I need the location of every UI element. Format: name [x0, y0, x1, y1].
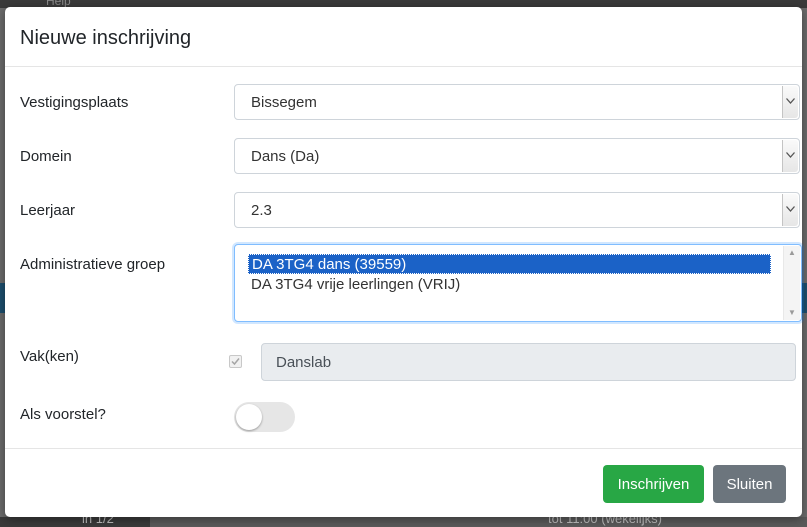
- chevron-down-icon[interactable]: [782, 140, 798, 172]
- vakken-value: Danslab: [276, 354, 332, 371]
- vakken-field: Danslab: [261, 343, 796, 381]
- leerjaar-select[interactable]: 2.3: [234, 192, 800, 228]
- dialog-title: Nieuwe inschrijving: [20, 27, 192, 49]
- new-enrollment-dialog: Nieuwe inschrijving Vestigingsplaats Bis…: [5, 7, 802, 517]
- dialog-footer: Inschrijven Sluiten: [5, 448, 802, 517]
- vestigingsplaats-select[interactable]: Bissegem: [234, 84, 800, 120]
- listbox-option[interactable]: DA 3TG4 vrije leerlingen (VRIJ): [248, 275, 774, 295]
- toggle-knob: [236, 404, 262, 430]
- domein-label: Domein: [20, 148, 72, 165]
- administratieve-groep-listbox[interactable]: DA 3TG4 dans (39559) DA 3TG4 vrije leerl…: [234, 244, 802, 322]
- inschrijven-button[interactable]: Inschrijven: [603, 465, 704, 503]
- domein-select[interactable]: Dans (Da): [234, 138, 800, 174]
- vestigingsplaats-label: Vestigingsplaats: [20, 94, 129, 111]
- listbox-option-selected[interactable]: DA 3TG4 dans (39559): [248, 254, 771, 274]
- chevron-down-icon[interactable]: [782, 86, 798, 118]
- background-bottom: in 1/2 tot 11:00 (wekelijks): [0, 511, 807, 527]
- vestigingsplaats-value: Bissegem: [251, 94, 317, 111]
- scroll-down-arrow-icon[interactable]: ▼: [788, 308, 796, 317]
- als-voorstel-label: Als voorstel?: [20, 406, 106, 423]
- listbox-scrollbar[interactable]: ▲ ▼: [783, 246, 800, 320]
- sluiten-button[interactable]: Sluiten: [713, 465, 786, 503]
- dialog-header: Nieuwe inschrijving: [5, 7, 802, 67]
- leerjaar-label: Leerjaar: [20, 202, 76, 219]
- als-voorstel-toggle[interactable]: [234, 402, 295, 432]
- leerjaar-value: 2.3: [251, 202, 272, 219]
- vakken-checkbox[interactable]: [229, 355, 242, 368]
- chevron-down-icon[interactable]: [782, 194, 798, 226]
- vakken-label: Vak(ken): [20, 348, 79, 365]
- administratieve-groep-label: Administratieve groep: [20, 256, 166, 273]
- scroll-up-arrow-icon[interactable]: ▲: [788, 248, 796, 257]
- domein-value: Dans (Da): [251, 148, 320, 165]
